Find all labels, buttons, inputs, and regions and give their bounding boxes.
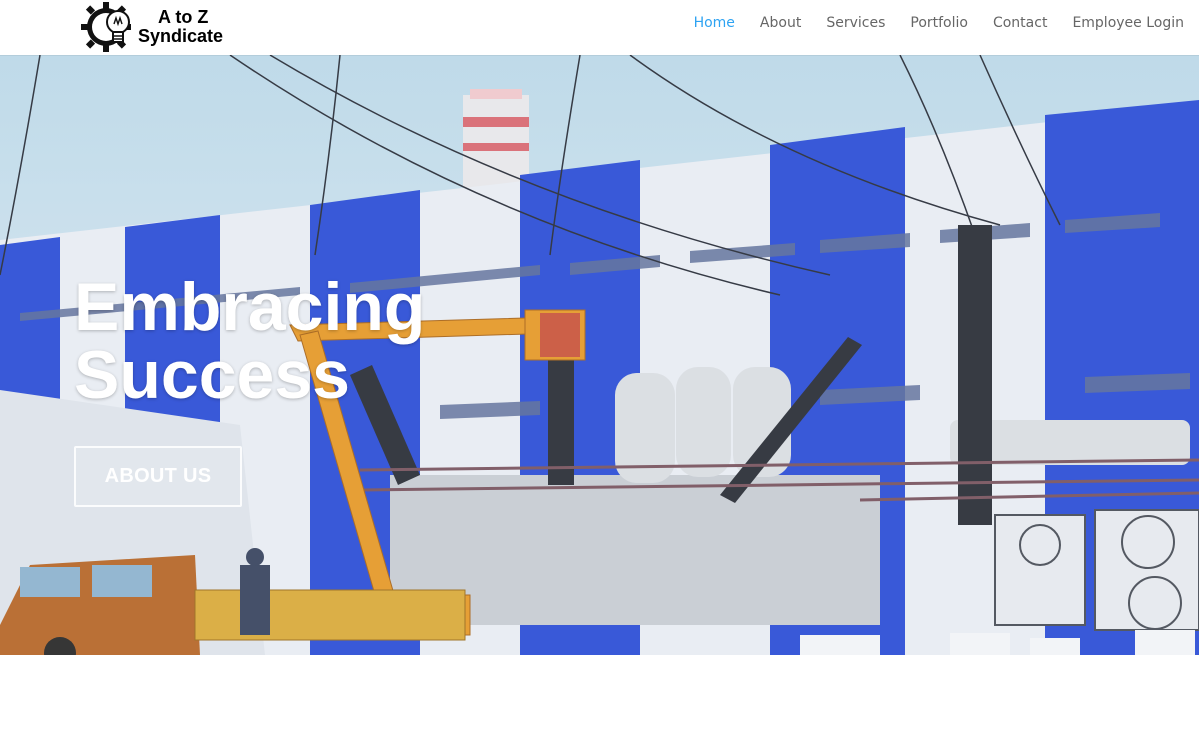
nav-contact[interactable]: Contact [993, 15, 1047, 31]
nav-portfolio[interactable]: Portfolio [910, 15, 968, 31]
site-header: A to Z Syndicate Home About Services Por… [0, 0, 1199, 55]
site-logo[interactable]: A to Z Syndicate [80, 0, 250, 54]
nav-home[interactable]: Home [694, 15, 735, 31]
gear-bulb-logo-icon [81, 2, 131, 52]
hero-title-line2: Success [74, 337, 350, 413]
hero-title-line1: Embracing [74, 269, 426, 345]
about-us-button[interactable]: ABOUT US [74, 446, 242, 507]
page-content-area [0, 655, 1199, 730]
hero-section: Embracing Success ABOUT US [0, 55, 1199, 655]
brand-name-line2: Syndicate [138, 26, 224, 46]
hero-title: Embracing Success [74, 273, 574, 409]
nav-services[interactable]: Services [826, 15, 885, 31]
nav-about[interactable]: About [760, 15, 801, 31]
nav-employee-login[interactable]: Employee Login [1072, 15, 1184, 31]
main-nav: Home About Services Portfolio Contact Em… [694, 0, 1184, 46]
brand-name-line1: A to Z [158, 7, 209, 28]
